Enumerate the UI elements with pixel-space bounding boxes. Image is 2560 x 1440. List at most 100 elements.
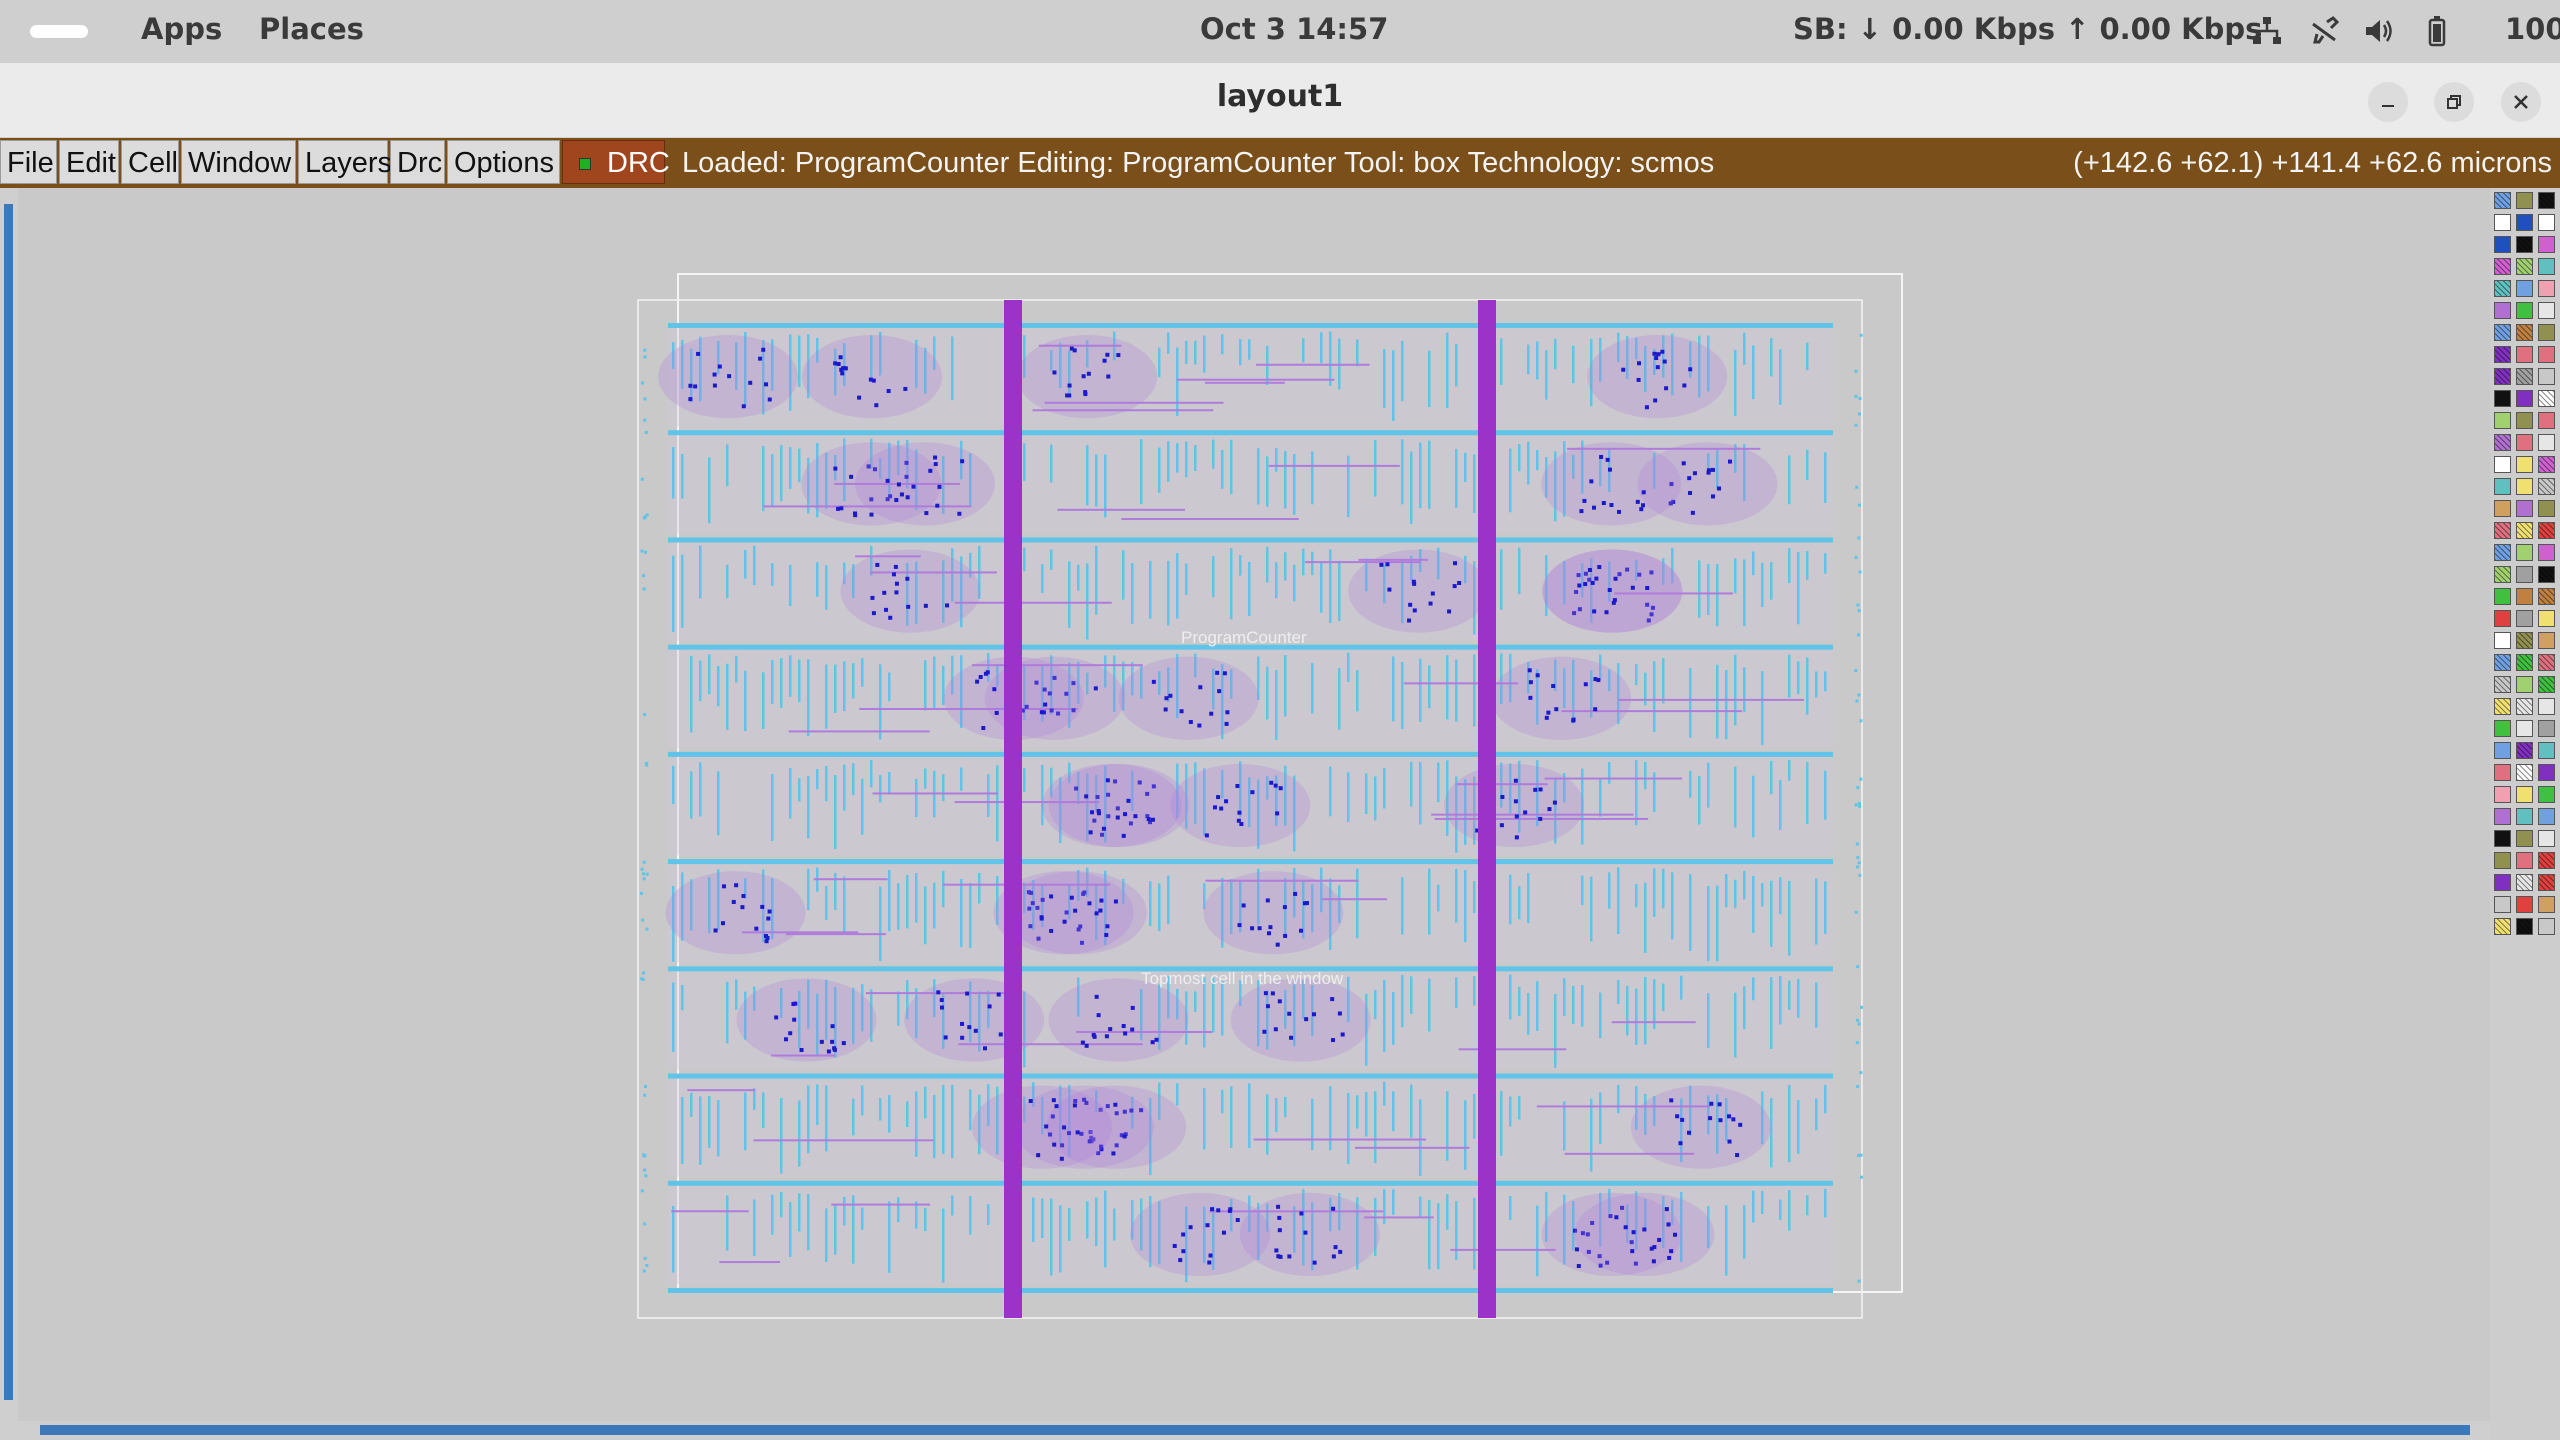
layer-swatch[interactable]	[2538, 808, 2555, 825]
layer-swatch[interactable]	[2494, 302, 2511, 319]
layer-swatch[interactable]	[2516, 720, 2533, 737]
layer-swatch[interactable]	[2516, 830, 2533, 847]
layout-drawing[interactable]	[18, 188, 2490, 1421]
layer-swatch[interactable]	[2538, 236, 2555, 253]
layer-swatch[interactable]	[2516, 566, 2533, 583]
layer-swatch[interactable]	[2516, 192, 2533, 209]
horizontal-scrollbar[interactable]	[0, 1421, 2490, 1440]
layer-swatch[interactable]	[2538, 610, 2555, 627]
layer-swatch[interactable]	[2494, 588, 2511, 605]
layer-swatch[interactable]	[2538, 676, 2555, 693]
layer-swatch[interactable]	[2516, 236, 2533, 253]
layer-swatch[interactable]	[2538, 324, 2555, 341]
layer-swatch[interactable]	[2494, 214, 2511, 231]
layer-swatch[interactable]	[2516, 434, 2533, 451]
layer-swatch[interactable]	[2538, 742, 2555, 759]
layer-swatch[interactable]	[2538, 346, 2555, 363]
layer-swatch[interactable]	[2494, 852, 2511, 869]
layer-palette[interactable]	[2490, 188, 2560, 1440]
menu-layers[interactable]: Layers	[298, 140, 392, 184]
layer-swatch[interactable]	[2538, 258, 2555, 275]
layer-swatch[interactable]	[2494, 368, 2511, 385]
activities-button[interactable]	[30, 25, 88, 38]
layer-swatch[interactable]	[2494, 786, 2511, 803]
layer-swatch[interactable]	[2538, 874, 2555, 891]
layer-swatch[interactable]	[2538, 852, 2555, 869]
clock[interactable]: Oct 3 14:57	[1200, 12, 1388, 46]
layer-swatch[interactable]	[2516, 544, 2533, 561]
layer-swatch[interactable]	[2538, 456, 2555, 473]
layer-swatch[interactable]	[2516, 412, 2533, 429]
layer-swatch[interactable]	[2538, 566, 2555, 583]
layer-swatch[interactable]	[2494, 698, 2511, 715]
layer-swatch[interactable]	[2538, 412, 2555, 429]
layer-swatch[interactable]	[2538, 654, 2555, 671]
layer-swatch[interactable]	[2516, 896, 2533, 913]
minimize-button[interactable]	[2368, 82, 2408, 122]
close-button[interactable]	[2501, 82, 2541, 122]
layer-swatch[interactable]	[2516, 764, 2533, 781]
layer-swatch[interactable]	[2494, 236, 2511, 253]
places-menu[interactable]: Places	[259, 12, 364, 46]
layer-swatch[interactable]	[2516, 698, 2533, 715]
layer-swatch[interactable]	[2516, 302, 2533, 319]
drc-status-button[interactable]: DRC	[562, 140, 670, 184]
layer-swatch[interactable]	[2516, 368, 2533, 385]
layer-swatch[interactable]	[2494, 324, 2511, 341]
vertical-scrollbar-thumb[interactable]	[4, 204, 13, 1400]
layer-swatch[interactable]	[2494, 874, 2511, 891]
layer-swatch[interactable]	[2494, 544, 2511, 561]
airplane-mode-icon[interactable]	[2307, 14, 2341, 48]
layer-swatch[interactable]	[2516, 522, 2533, 539]
layer-swatch[interactable]	[2494, 720, 2511, 737]
layer-swatch[interactable]	[2516, 346, 2533, 363]
layer-swatch[interactable]	[2538, 478, 2555, 495]
layer-swatch[interactable]	[2516, 874, 2533, 891]
layer-swatch[interactable]	[2494, 258, 2511, 275]
layer-swatch[interactable]	[2516, 456, 2533, 473]
layer-swatch[interactable]	[2494, 390, 2511, 407]
layer-swatch[interactable]	[2516, 258, 2533, 275]
layer-swatch[interactable]	[2494, 500, 2511, 517]
vertical-scrollbar[interactable]	[0, 188, 18, 1421]
layer-swatch[interactable]	[2516, 852, 2533, 869]
window-titlebar[interactable]: layout1	[0, 63, 2560, 138]
layer-swatch[interactable]	[2516, 786, 2533, 803]
layer-swatch[interactable]	[2538, 918, 2555, 935]
layer-swatch[interactable]	[2516, 808, 2533, 825]
layer-swatch[interactable]	[2494, 566, 2511, 583]
layer-swatch[interactable]	[2516, 610, 2533, 627]
menu-cell[interactable]: Cell	[121, 140, 179, 184]
menu-window[interactable]: Window	[181, 140, 296, 184]
layer-swatch[interactable]	[2516, 280, 2533, 297]
layer-swatch[interactable]	[2494, 764, 2511, 781]
network-speed-indicator[interactable]: SB: ↓ 0.00 Kbps ↑ 0.00 Kbps	[1793, 12, 2262, 46]
layer-swatch[interactable]	[2516, 918, 2533, 935]
layer-swatch[interactable]	[2516, 324, 2533, 341]
layer-swatch[interactable]	[2494, 654, 2511, 671]
layer-swatch[interactable]	[2538, 280, 2555, 297]
menu-options[interactable]: Options	[447, 140, 560, 184]
layer-swatch[interactable]	[2538, 720, 2555, 737]
layer-swatch[interactable]	[2494, 280, 2511, 297]
layer-swatch[interactable]	[2538, 434, 2555, 451]
layer-swatch[interactable]	[2494, 412, 2511, 429]
horizontal-scrollbar-thumb[interactable]	[40, 1425, 2470, 1435]
layer-swatch[interactable]	[2516, 742, 2533, 759]
layer-swatch[interactable]	[2494, 896, 2511, 913]
layer-swatch[interactable]	[2538, 896, 2555, 913]
layer-swatch[interactable]	[2516, 214, 2533, 231]
layer-swatch[interactable]	[2494, 434, 2511, 451]
layer-swatch[interactable]	[2494, 742, 2511, 759]
layer-swatch[interactable]	[2494, 918, 2511, 935]
layer-swatch[interactable]	[2494, 192, 2511, 209]
layer-swatch[interactable]	[2516, 654, 2533, 671]
layer-swatch[interactable]	[2516, 500, 2533, 517]
layer-swatch[interactable]	[2494, 346, 2511, 363]
layer-swatch[interactable]	[2494, 478, 2511, 495]
layer-swatch[interactable]	[2538, 390, 2555, 407]
menu-file[interactable]: File	[0, 140, 57, 184]
layer-swatch[interactable]	[2516, 632, 2533, 649]
layer-swatch[interactable]	[2538, 302, 2555, 319]
network-icon[interactable]	[2250, 14, 2284, 48]
